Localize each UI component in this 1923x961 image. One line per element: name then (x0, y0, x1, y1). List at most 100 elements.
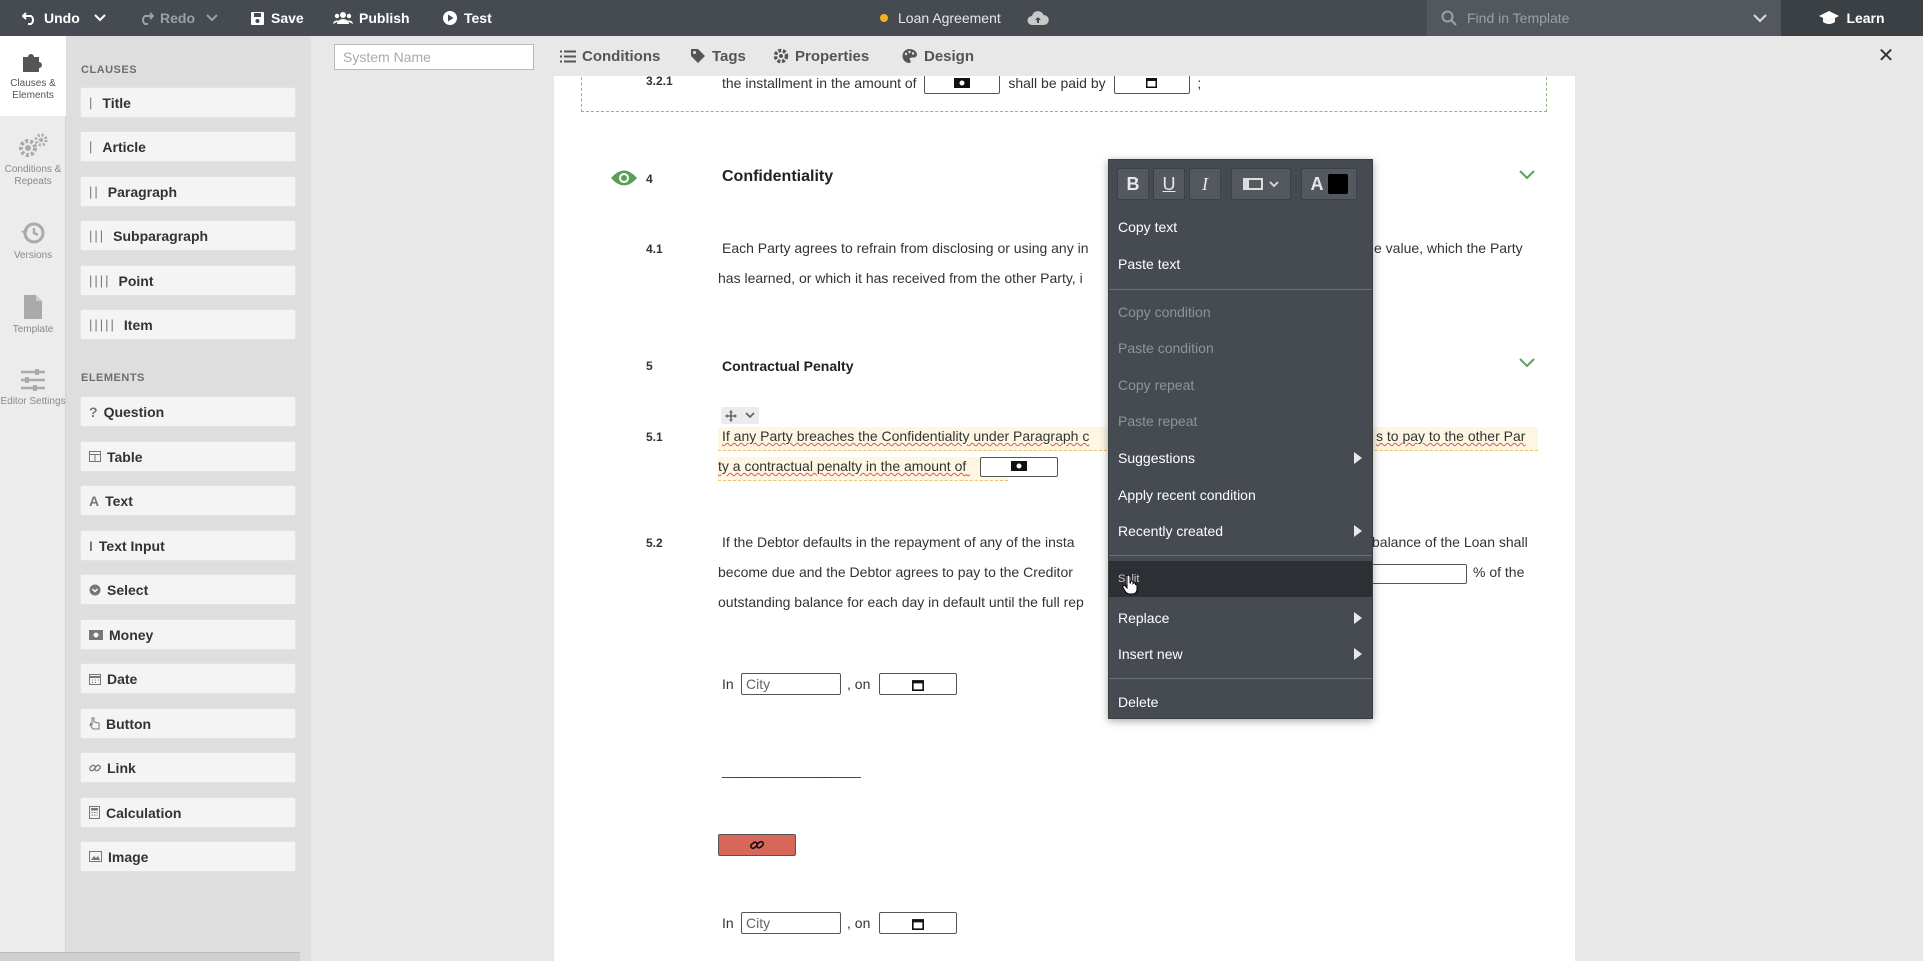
design-tab[interactable]: Design (901, 36, 974, 76)
city-input[interactable]: City (741, 673, 841, 695)
clause-text-4-1-line1[interactable]: Each Party agrees to refrain from disclo… (718, 233, 1089, 263)
percentage-input[interactable] (1369, 564, 1467, 584)
palette-icon (902, 49, 917, 63)
redo-dropdown-icon[interactable] (206, 0, 218, 36)
menu-copy-condition[interactable]: Copy condition (1109, 297, 1372, 327)
clause-label: Subparagraph (113, 227, 209, 244)
calendar-icon (89, 673, 101, 685)
clause-article[interactable]: | Article (80, 131, 296, 162)
element-image[interactable]: Image (80, 841, 296, 872)
clause-text-3-2-1[interactable]: the installment in the amount of shall b… (722, 76, 1201, 98)
clause-point[interactable]: |||| Point (80, 265, 296, 296)
menu-replace[interactable]: Replace (1109, 603, 1372, 633)
italic-button[interactable]: I (1189, 168, 1221, 200)
menu-paste-repeat[interactable]: Paste repeat (1109, 406, 1372, 436)
rail-conditions-repeats[interactable]: Conditions & Repeats (0, 132, 66, 202)
clause-item[interactable]: ||||| Item (80, 309, 296, 340)
top-toolbar: Undo Redo Save Publish Test Loan Agreeme… (0, 0, 1923, 36)
clause-label: Item (123, 316, 153, 333)
element-text[interactable]: A Text (80, 485, 296, 516)
menu-suggestions[interactable]: Suggestions (1109, 443, 1372, 473)
date-field[interactable] (1113, 76, 1190, 95)
menu-recently-created[interactable]: Recently created (1109, 516, 1372, 546)
element-calculation[interactable]: Calculation (80, 797, 296, 828)
money-field[interactable] (924, 76, 1001, 95)
menu-copy-text[interactable]: Copy text (1109, 212, 1372, 242)
rail-template[interactable]: Template (0, 294, 66, 354)
element-question[interactable]: ? Question (80, 396, 296, 427)
users-icon (333, 12, 353, 24)
chevron-down-icon[interactable] (1519, 358, 1535, 368)
element-date[interactable]: Date (80, 663, 296, 694)
bold-button[interactable]: B (1117, 168, 1149, 200)
date-field[interactable] (879, 673, 957, 695)
history-icon (21, 222, 45, 244)
indent-bars-icon: ||| (89, 228, 106, 243)
close-icon[interactable]: ✕ (1876, 46, 1896, 66)
element-table[interactable]: Table (80, 441, 296, 472)
clause-text-5-2-line1[interactable]: If the Debtor defaults in the repayment … (718, 527, 1075, 557)
redo-button[interactable]: Redo (138, 0, 195, 36)
test-button[interactable]: Test (442, 0, 492, 36)
unsaved-indicator-icon (880, 14, 888, 22)
rail-editor-settings[interactable]: Editor Settings (0, 368, 66, 438)
clause-text: If the Debtor defaults in the repayment … (722, 534, 1075, 550)
article-heading-contractual-penalty[interactable]: Contractual Penalty (722, 358, 853, 374)
editor-subbar: Conditions Tags Properties Design ✕ (311, 36, 1923, 76)
clause-title[interactable]: | Title (80, 87, 296, 118)
menu-copy-repeat[interactable]: Copy repeat (1109, 370, 1372, 400)
block-style-dropdown[interactable] (1231, 168, 1291, 200)
clause-paragraph[interactable]: || Paragraph (80, 176, 296, 207)
on-label: , on (847, 915, 871, 931)
undo-dropdown-icon[interactable] (94, 0, 106, 36)
menu-delete[interactable]: Delete (1109, 687, 1372, 717)
calculator-icon (89, 806, 100, 819)
element-select[interactable]: Select (80, 574, 296, 605)
move-icon[interactable] (725, 409, 737, 422)
clause-text-5-1-line2[interactable]: ty a contractual penalty in the amount o… (718, 451, 1062, 481)
city-input[interactable]: City (741, 912, 841, 934)
element-money[interactable]: Money (80, 619, 296, 650)
properties-tab[interactable]: Properties (773, 36, 869, 76)
indent-bars-icon: | (89, 95, 95, 110)
link-button[interactable] (718, 834, 796, 856)
element-text-input[interactable]: I Text Input (80, 530, 296, 561)
menu-insert-new[interactable]: Insert new (1109, 639, 1372, 669)
menu-paste-condition[interactable]: Paste condition (1109, 333, 1372, 363)
element-link[interactable]: Link (80, 752, 296, 783)
find-input[interactable] (1467, 10, 1747, 26)
clause-number: 5.2 (646, 536, 663, 550)
chevron-down-icon[interactable] (1519, 170, 1535, 180)
learn-button[interactable]: Learn (1781, 0, 1923, 36)
element-button[interactable]: Button (80, 708, 296, 739)
system-name-input[interactable] (334, 44, 534, 70)
undo-button[interactable]: Undo (22, 0, 80, 36)
calendar-icon (912, 680, 924, 692)
menu-apply-recent-condition[interactable]: Apply recent condition (1109, 480, 1372, 510)
rail-clauses-elements[interactable]: Clauses & Elements (0, 36, 66, 116)
rail-versions[interactable]: Versions (0, 220, 66, 280)
chevron-down-icon[interactable] (745, 412, 755, 419)
clause-subparagraph[interactable]: ||| Subparagraph (80, 220, 296, 251)
text-color-label: A (1310, 173, 1324, 194)
date-field[interactable] (879, 912, 957, 934)
eye-icon[interactable] (610, 169, 638, 187)
tags-tab[interactable]: Tags (690, 36, 746, 76)
clause-text-5-1-line1[interactable]: If any Party breaches the Confidentialit… (722, 421, 1089, 451)
clause-label: Title (102, 94, 131, 111)
text-color-button[interactable]: A (1301, 168, 1357, 200)
menu-label: Insert new (1118, 646, 1183, 662)
menu-paste-text[interactable]: Paste text (1109, 249, 1372, 279)
cloud-upload-icon[interactable] (1027, 10, 1049, 26)
menu-split[interactable]: Split (1109, 561, 1372, 597)
underline-button[interactable]: U (1153, 168, 1185, 200)
play-circle-icon (443, 11, 457, 25)
chevron-down-icon[interactable] (1753, 13, 1767, 23)
conditions-tab[interactable]: Conditions (560, 36, 660, 76)
publish-button[interactable]: Publish (333, 0, 410, 36)
clause-text-4-1-line1-end: e value, which the Party (1374, 240, 1523, 256)
save-button[interactable]: Save (250, 0, 304, 36)
money-field[interactable] (980, 457, 1059, 478)
article-number: 5 (646, 359, 653, 373)
article-heading-confidentiality[interactable]: Confidentiality (722, 168, 833, 186)
